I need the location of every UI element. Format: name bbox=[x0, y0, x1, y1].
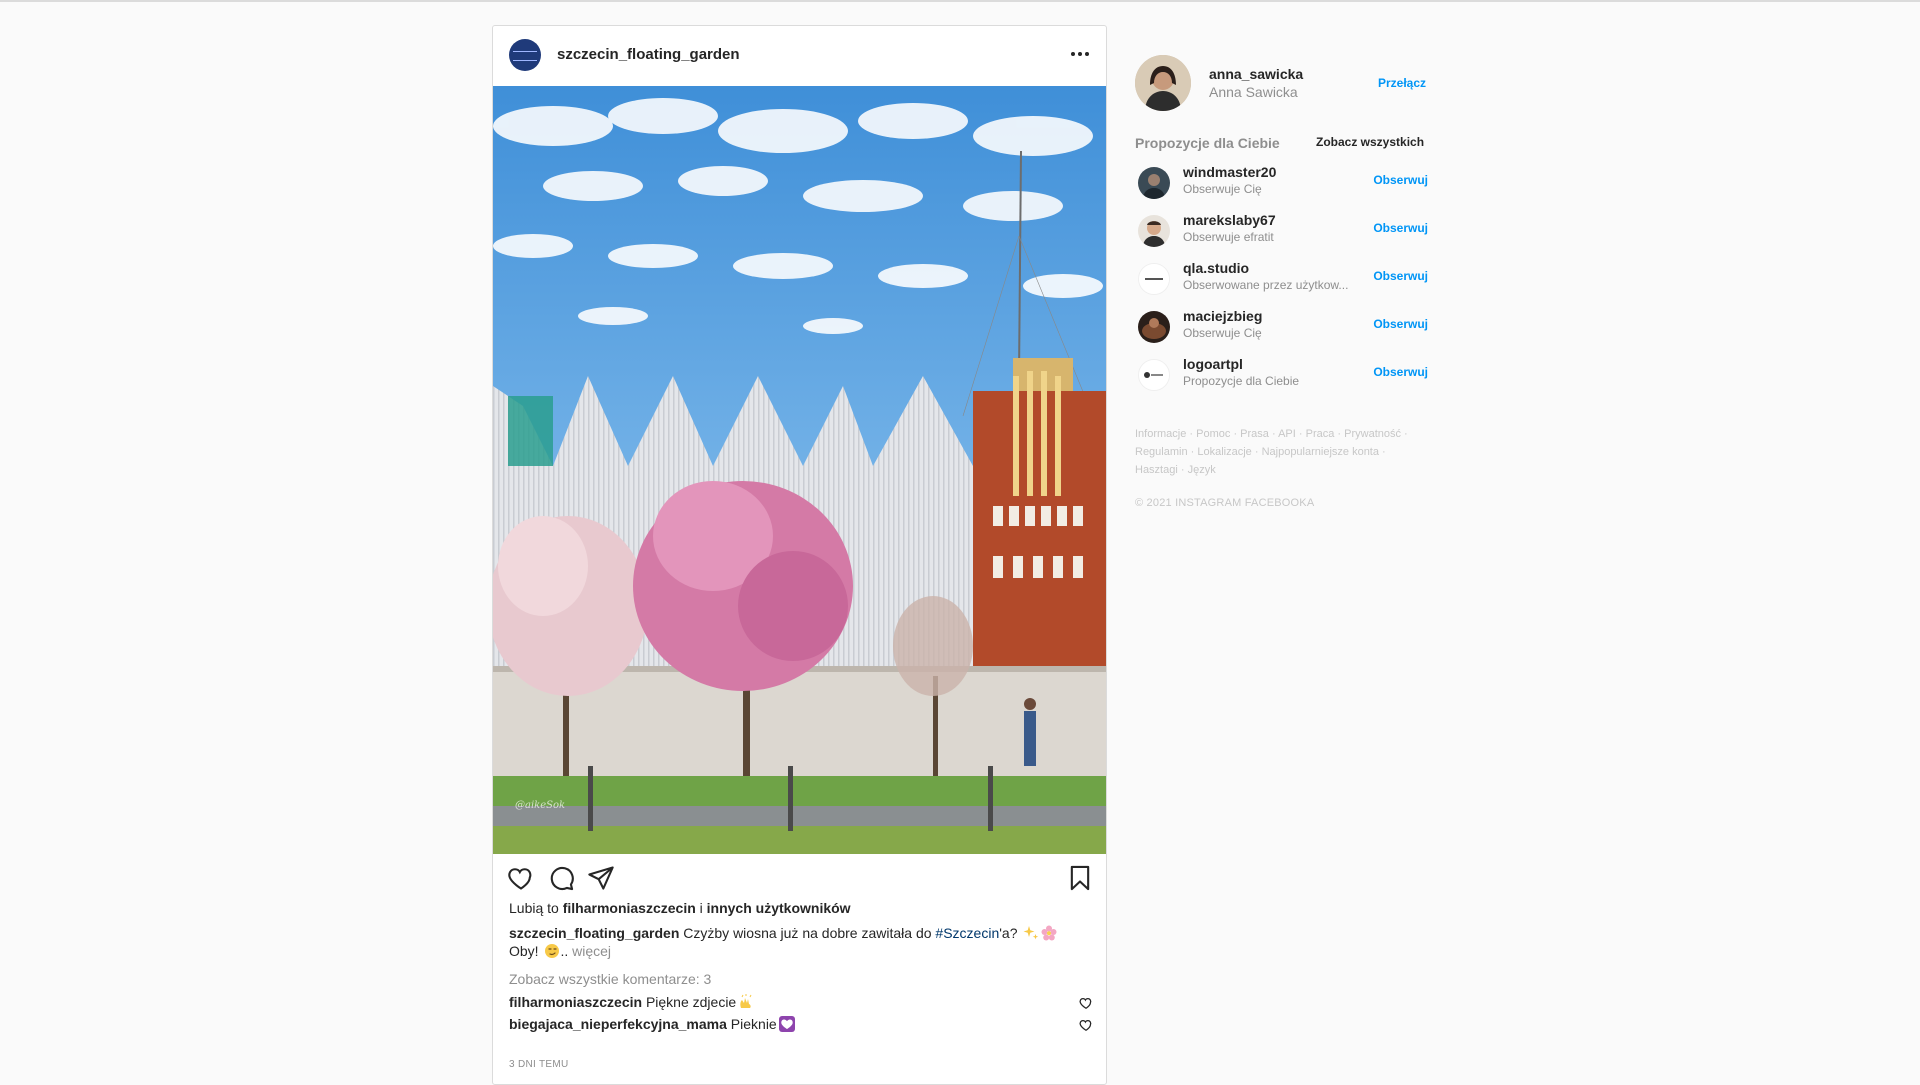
footer-link[interactable]: Informacje bbox=[1135, 428, 1186, 440]
bookmark-icon[interactable] bbox=[1066, 864, 1094, 892]
footer-link[interactable]: Regulamin bbox=[1135, 446, 1188, 458]
purple-heart-emoji-icon bbox=[778, 1016, 795, 1032]
footer-link[interactable]: Prasa bbox=[1240, 428, 1269, 440]
current-user-avatar[interactable] bbox=[1135, 55, 1191, 111]
raising-hands-emoji-icon bbox=[740, 994, 752, 1008]
suggestion-subtitle: Obserwuje efratit bbox=[1183, 230, 1274, 244]
suggestion-username[interactable]: maciejzbieg bbox=[1183, 308, 1262, 324]
footer-link[interactable]: Najpopularniejsze konta bbox=[1262, 446, 1379, 458]
suggestion-avatar[interactable] bbox=[1138, 263, 1170, 295]
post-photo-image: @aikeSok bbox=[493, 86, 1106, 854]
footer-link[interactable]: Praca bbox=[1306, 428, 1335, 440]
likes-others[interactable]: innych użytkowników bbox=[707, 900, 851, 916]
suggestion-item: qla.studio Obserwowane przez użytkow... … bbox=[1135, 259, 1428, 303]
share-icon[interactable] bbox=[587, 864, 615, 892]
suggestion-username[interactable]: qla.studio bbox=[1183, 260, 1249, 276]
suggestion-item: maciejzbieg Obserwuje Cię Obserwuj bbox=[1135, 307, 1428, 351]
suggestion-item: logoartpl Propozycje dla Ciebie Obserwuj bbox=[1135, 355, 1428, 399]
post-caption: szczecin_floating_garden Czyżby wiosna j… bbox=[509, 924, 1089, 960]
follow-button[interactable]: Obserwuj bbox=[1373, 365, 1428, 379]
comment-icon[interactable] bbox=[547, 864, 575, 892]
follow-button[interactable]: Obserwuj bbox=[1373, 317, 1428, 331]
suggestion-avatar[interactable] bbox=[1138, 359, 1170, 391]
top-border bbox=[0, 0, 1920, 2]
comment-heart-icon[interactable] bbox=[1079, 996, 1093, 1010]
see-all-suggestions-button[interactable]: Zobacz wszystkich bbox=[1316, 135, 1424, 149]
sparkles-emoji-icon bbox=[1023, 926, 1039, 940]
footer-link[interactable]: Prywatność bbox=[1344, 428, 1401, 440]
suggestions-title: Propozycje dla Ciebie bbox=[1135, 135, 1280, 151]
caption-username[interactable]: szczecin_floating_garden bbox=[509, 925, 679, 941]
suggestion-item: marekslaby67 Obserwuje efratit Obserwuj bbox=[1135, 211, 1428, 255]
post-card: szczecin_floating_garden @aikeSok Lubią … bbox=[492, 25, 1107, 1085]
likes-middle: i bbox=[695, 900, 707, 916]
suggestion-subtitle: Obserwuje Cię bbox=[1183, 326, 1262, 340]
current-user-username[interactable]: anna_sawicka bbox=[1209, 66, 1303, 82]
suggestion-subtitle: Obserwuje Cię bbox=[1183, 182, 1262, 196]
more-icon[interactable] bbox=[1068, 44, 1092, 64]
suggestion-username[interactable]: marekslaby67 bbox=[1183, 212, 1276, 228]
post-actions bbox=[493, 860, 1106, 900]
footer-links: Informacje · Pomoc · Prasa · API · Praca… bbox=[1135, 428, 1408, 476]
caption-text: Czyżby wiosna już na dobre zawitała do bbox=[683, 925, 936, 941]
post-author-avatar[interactable] bbox=[509, 39, 541, 71]
suggestion-item: windmaster20 Obserwuje Cię Obserwuj bbox=[1135, 163, 1428, 207]
comment: filharmoniaszczecin Piękne zdjecie bbox=[509, 994, 1069, 1010]
post-timestamp[interactable]: 3 DNI TEMU bbox=[509, 1059, 569, 1070]
post-header: szczecin_floating_garden bbox=[493, 26, 1106, 86]
follow-button[interactable]: Obserwuj bbox=[1373, 173, 1428, 187]
heart-icon[interactable] bbox=[507, 864, 535, 892]
footer-link[interactable]: Hasztagi bbox=[1135, 464, 1178, 476]
follow-button[interactable]: Obserwuj bbox=[1373, 269, 1428, 283]
smirk-emoji-icon bbox=[545, 944, 560, 958]
current-user-fullname: Anna Sawicka bbox=[1209, 84, 1298, 100]
comment-heart-icon[interactable] bbox=[1079, 1018, 1093, 1032]
copyright: © 2021 INSTAGRAM FACEBOOKA bbox=[1135, 497, 1315, 509]
suggestion-avatar[interactable] bbox=[1138, 311, 1170, 343]
caption-ellipsis: .. bbox=[560, 943, 569, 959]
blossom-emoji-icon bbox=[1041, 925, 1057, 941]
likes-user[interactable]: filharmoniaszczecin bbox=[563, 900, 696, 916]
comment-text: Piękne zdjecie bbox=[645, 994, 737, 1010]
photo-watermark: @aikeSok bbox=[515, 800, 565, 811]
footer-link[interactable]: Język bbox=[1188, 464, 1216, 476]
caption-more-link[interactable]: więcej bbox=[572, 943, 611, 959]
comment-username[interactable]: filharmoniaszczecin bbox=[509, 994, 642, 1010]
view-all-comments[interactable]: Zobacz wszystkie komentarze: 3 bbox=[509, 971, 711, 987]
post-author-username[interactable]: szczecin_floating_garden bbox=[557, 46, 740, 63]
suggestion-username[interactable]: logoartpl bbox=[1183, 356, 1243, 372]
footer-link[interactable]: API bbox=[1278, 428, 1296, 440]
suggestion-avatar[interactable] bbox=[1138, 215, 1170, 247]
suggestion-username[interactable]: windmaster20 bbox=[1183, 164, 1276, 180]
post-photo[interactable]: @aikeSok bbox=[493, 86, 1106, 854]
caption-hashtag[interactable]: #Szczecin bbox=[935, 925, 999, 941]
suggestion-avatar[interactable] bbox=[1138, 167, 1170, 199]
footer-link[interactable]: Pomoc bbox=[1196, 428, 1230, 440]
suggestion-subtitle: Propozycje dla Ciebie bbox=[1183, 374, 1300, 388]
comment-text: Pieknie bbox=[730, 1016, 777, 1032]
caption-text-after: 'a? bbox=[999, 925, 1018, 941]
switch-account-button[interactable]: Przełącz bbox=[1378, 76, 1426, 90]
caption-line2: Oby! bbox=[509, 943, 539, 959]
follow-button[interactable]: Obserwuj bbox=[1373, 221, 1428, 235]
comment-username[interactable]: biegajaca_nieperfekcyjna_mama bbox=[509, 1016, 727, 1032]
footer-link[interactable]: Lokalizacje bbox=[1197, 446, 1251, 458]
likes-prefix: Lubią to bbox=[509, 900, 563, 916]
likes-summary[interactable]: Lubią to filharmoniaszczecin i innych uż… bbox=[509, 900, 851, 916]
comment: biegajaca_nieperfekcyjna_mama Pieknie bbox=[509, 1016, 1069, 1032]
suggestion-subtitle: Obserwowane przez użytkow... bbox=[1183, 278, 1349, 292]
